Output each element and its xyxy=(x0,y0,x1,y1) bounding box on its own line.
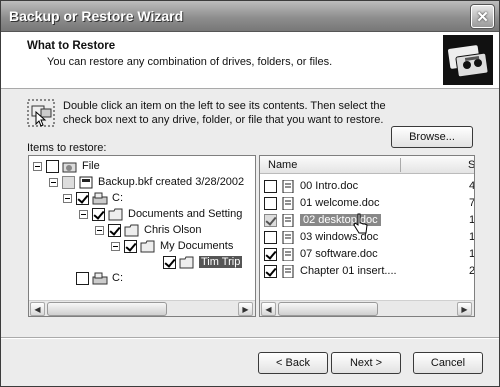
back-button[interactable]: < Back xyxy=(258,352,328,374)
file-list[interactable]: Name S 00 Intro.doc 4 01 welcome.doc 7 0… xyxy=(259,155,475,317)
list-item[interactable]: 00 Intro.doc 4 xyxy=(264,178,474,194)
tree-item-chris-olson[interactable]: Chris Olson xyxy=(95,222,201,238)
tree-item-documents-settings[interactable]: Documents and Setting xyxy=(79,206,242,222)
tree-item-my-documents[interactable]: My Documents xyxy=(111,238,233,254)
tree-item-label: Chris Olson xyxy=(144,224,202,236)
file-checkbox[interactable] xyxy=(264,264,277,278)
file-name: Chapter 01 insert.... xyxy=(300,265,397,277)
folder-icon xyxy=(108,208,123,220)
tree-checkbox[interactable] xyxy=(62,175,75,189)
collapse-icon[interactable] xyxy=(33,161,42,171)
folder-icon xyxy=(179,256,194,268)
items-to-restore-label: Items to restore: xyxy=(27,142,107,154)
tree-item-label: My Documents xyxy=(160,240,234,252)
scroll-right-icon[interactable]: ▶ xyxy=(457,302,472,316)
tree-checkbox[interactable] xyxy=(163,255,176,269)
collapse-icon[interactable] xyxy=(95,225,104,235)
file-size: 2 xyxy=(469,265,475,277)
select-items-icon xyxy=(27,99,55,127)
backup-file-icon xyxy=(79,176,93,188)
file-store-icon xyxy=(62,162,77,172)
wizard-header: What to Restore You can restore any comb… xyxy=(1,32,499,89)
collapse-icon[interactable] xyxy=(79,209,88,219)
scroll-thumb[interactable] xyxy=(47,302,167,316)
scroll-thumb[interactable] xyxy=(278,302,378,316)
list-item[interactable]: Chapter 01 insert.... 2 xyxy=(264,263,474,279)
browse-button[interactable]: Browse... xyxy=(391,126,473,148)
tree-checkbox[interactable] xyxy=(124,239,137,253)
document-icon xyxy=(282,247,294,261)
close-icon: ✕ xyxy=(476,8,489,26)
title-bar[interactable]: Backup or Restore Wizard ✕ xyxy=(1,1,499,32)
tree-item-drive-c-2[interactable]: C: xyxy=(76,270,123,286)
window-title: Backup or Restore Wizard xyxy=(9,8,184,24)
tree-item-label: File xyxy=(82,160,100,172)
tree-item-label: Backup.bkf created 3/28/2002 xyxy=(98,176,245,188)
list-horizontal-scrollbar[interactable]: ◀ ▶ xyxy=(260,300,474,316)
list-item-selected[interactable]: 02 desktop.doc 18 xyxy=(264,212,474,228)
file-size: 4 xyxy=(469,180,475,192)
document-icon xyxy=(282,230,294,244)
next-button[interactable]: Next > xyxy=(331,352,401,374)
document-icon xyxy=(282,196,294,210)
list-column-header[interactable]: Name S xyxy=(260,156,474,174)
page-title: What to Restore xyxy=(27,40,116,52)
tree-item-label: Documents and Setting xyxy=(128,208,243,220)
tree-checkbox[interactable] xyxy=(76,191,89,205)
document-icon xyxy=(282,264,294,278)
collapse-icon[interactable] xyxy=(63,193,72,203)
file-checkbox[interactable] xyxy=(264,230,277,244)
scroll-right-icon[interactable]: ▶ xyxy=(238,302,253,316)
drive-icon xyxy=(92,272,108,284)
tree-checkbox[interactable] xyxy=(108,223,121,237)
tree-item-tim-trip[interactable]: Tim Trip xyxy=(163,254,243,270)
scroll-left-icon[interactable]: ◀ xyxy=(261,302,276,316)
scroll-left-icon[interactable]: ◀ xyxy=(30,302,45,316)
file-size: 18 xyxy=(469,214,475,226)
restore-tree[interactable]: File Backup.bkf created 3/28/2002 C: Doc… xyxy=(28,155,256,317)
list-item[interactable]: 07 software.doc 17 xyxy=(264,246,474,262)
folder-icon xyxy=(124,224,139,236)
collapse-icon[interactable] xyxy=(49,177,58,187)
document-icon xyxy=(282,213,294,227)
cancel-button[interactable]: Cancel xyxy=(413,352,483,374)
folder-icon xyxy=(140,240,155,252)
backup-restore-icon xyxy=(443,35,493,85)
file-checkbox[interactable] xyxy=(264,247,277,261)
collapse-icon[interactable] xyxy=(111,241,120,251)
drive-icon xyxy=(92,192,108,204)
column-size-header[interactable]: S xyxy=(468,159,474,171)
tree-checkbox[interactable] xyxy=(92,207,105,221)
tree-checkbox[interactable] xyxy=(76,271,89,285)
column-name-header[interactable]: Name xyxy=(268,159,297,171)
tree-horizontal-scrollbar[interactable]: ◀ ▶ xyxy=(29,300,255,316)
close-button[interactable]: ✕ xyxy=(471,5,494,28)
file-size: 7 xyxy=(469,197,475,209)
page-subtitle: You can restore any combination of drive… xyxy=(47,56,333,68)
tree-item-label: C: xyxy=(112,272,123,284)
file-checkbox[interactable] xyxy=(264,179,277,193)
list-item[interactable]: 01 welcome.doc 7 xyxy=(264,195,474,211)
tree-item-drive-c[interactable]: C: xyxy=(63,190,123,206)
tree-checkbox[interactable] xyxy=(46,159,59,173)
instruction-text: Double click an item on the left to see … xyxy=(63,100,386,126)
tree-item-label: Tim Trip xyxy=(199,256,243,268)
footer-divider xyxy=(1,337,499,338)
tree-item-backup[interactable]: Backup.bkf created 3/28/2002 xyxy=(49,174,244,190)
list-item[interactable]: 03 windows.doc 16 xyxy=(264,229,474,245)
file-name: 00 Intro.doc xyxy=(300,180,359,192)
hand-cursor-icon xyxy=(353,213,368,234)
file-checkbox[interactable] xyxy=(264,196,277,210)
tree-item-label: C: xyxy=(112,192,123,204)
file-name: 01 welcome.doc xyxy=(300,197,380,209)
column-divider[interactable] xyxy=(400,158,401,172)
file-name: 07 software.doc xyxy=(300,248,378,260)
file-size: 17 xyxy=(469,248,475,260)
wizard-window: Backup or Restore Wizard ✕ What to Resto… xyxy=(0,0,500,387)
tree-item-file[interactable]: File xyxy=(33,158,100,174)
file-checkbox[interactable] xyxy=(264,213,277,227)
file-size: 16 xyxy=(469,231,475,243)
document-icon xyxy=(282,179,294,193)
